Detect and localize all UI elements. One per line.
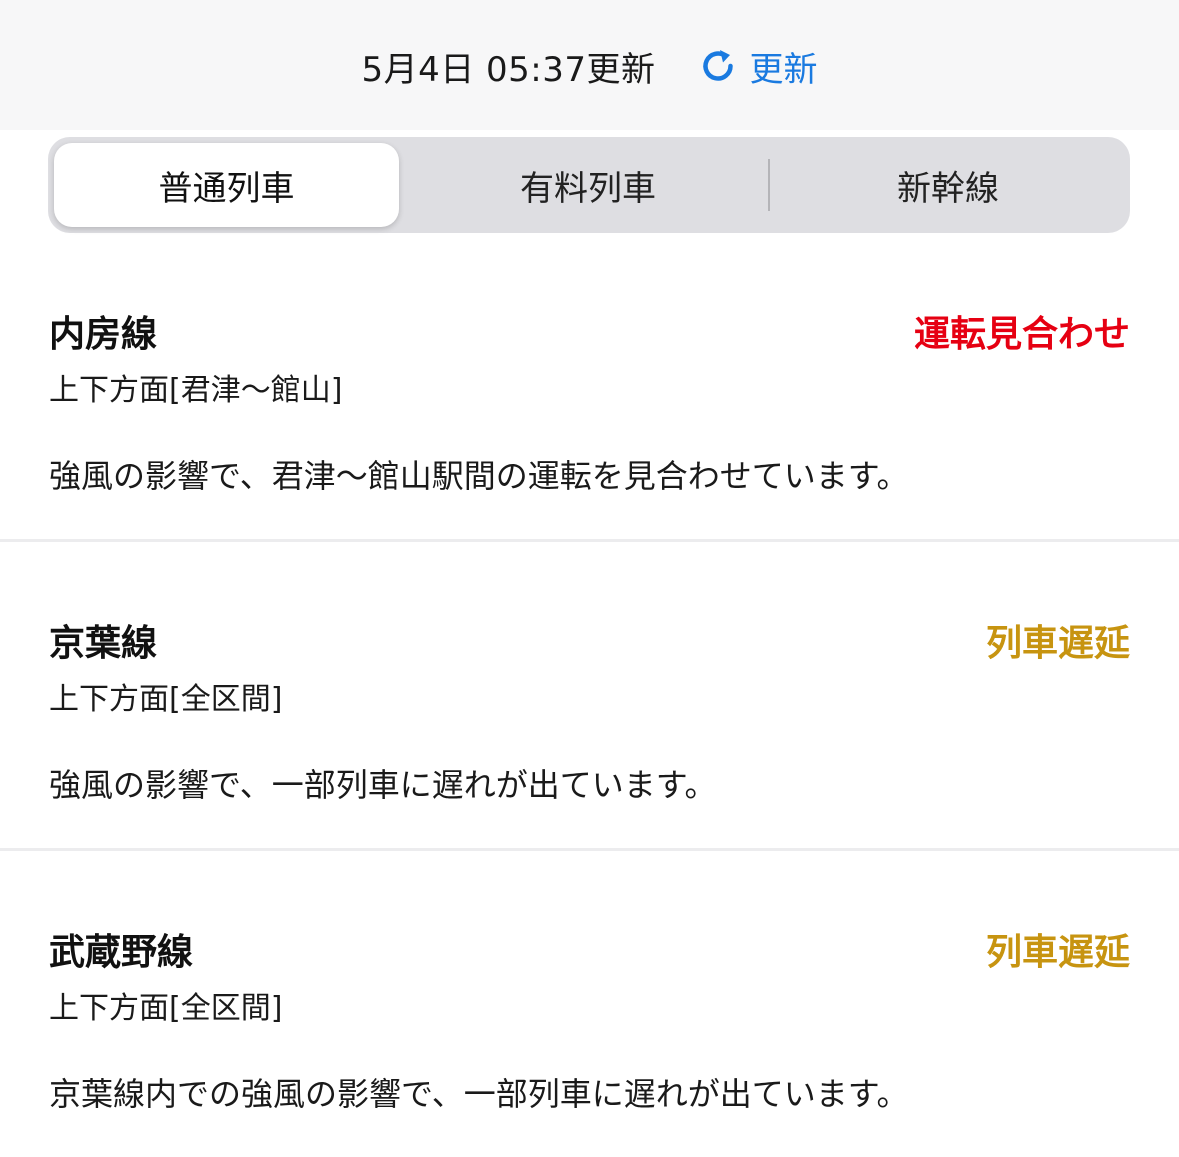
status-badge: 運転見合わせ [913,314,1130,355]
update-time: 5月4日 05:37更新 [361,49,656,90]
line-message: 京葉線内での強風の影響で、一部列車に遅れが出ています。 [49,1075,909,1113]
line-status-list: 内房線 運転見合わせ 上下方面[君津〜館山] 強風の影響で、君津〜館山駅間の運転… [0,233,1179,1157]
line-direction: 上下方面[全区間] [49,682,283,717]
line-direction: 上下方面[全区間] [49,991,283,1026]
line-item-musashino[interactable]: 武蔵野線 列車遅延 上下方面[全区間] 京葉線内での強風の影響で、一部列車に遅れ… [0,851,1179,1157]
tab-shinkansen[interactable]: 新幹線 [770,143,1126,227]
line-name: 武蔵野線 [49,932,194,973]
line-name: 京葉線 [49,623,158,664]
status-badge: 列車遅延 [985,932,1130,973]
line-item-keiyo[interactable]: 京葉線 列車遅延 上下方面[全区間] 強風の影響で、一部列車に遅れが出ています。 [0,542,1179,848]
refresh-button[interactable]: 更新 [698,42,818,91]
line-message: 強風の影響で、一部列車に遅れが出ています。 [49,766,717,804]
refresh-icon [702,50,733,81]
tab-local-train[interactable]: 普通列車 [54,143,399,227]
line-name: 内房線 [49,314,158,355]
line-message: 強風の影響で、君津〜館山駅間の運転を見合わせています。 [49,457,909,495]
update-row: 5月4日 05:37更新 更新 [0,40,1179,92]
status-badge: 列車遅延 [985,623,1130,664]
header: 5月4日 05:37更新 更新 普通列車 有料列車 新幹線 [0,0,1179,233]
line-item-uchibo[interactable]: 内房線 運転見合わせ 上下方面[君津〜館山] 強風の影響で、君津〜館山駅間の運転… [0,233,1179,539]
train-type-segmented-control: 普通列車 有料列車 新幹線 [48,137,1130,233]
tab-paid-train[interactable]: 有料列車 [408,143,768,227]
line-direction: 上下方面[君津〜館山] [49,373,343,408]
refresh-label: 更新 [749,49,818,90]
